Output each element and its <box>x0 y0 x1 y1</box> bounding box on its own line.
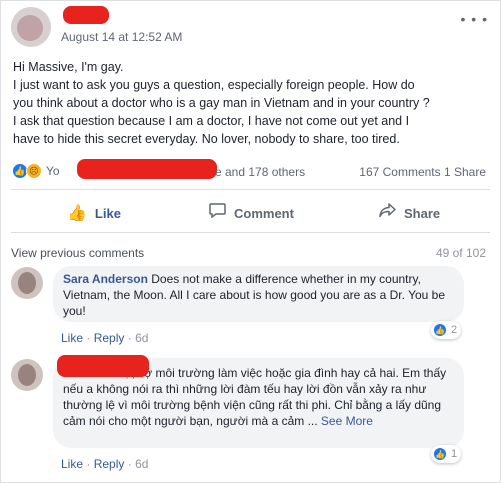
comment-age[interactable]: 6d <box>135 457 148 471</box>
reaction-others[interactable]: e and 178 others <box>215 165 305 179</box>
more-options-icon[interactable]: • • • <box>461 11 488 27</box>
view-previous-comments-link[interactable]: View previous comments <box>11 246 144 260</box>
comment-bubble-icon <box>209 203 226 223</box>
like-button[interactable]: 👍 Like <box>67 203 121 223</box>
share-label: Share <box>404 205 441 221</box>
comment-author[interactable]: Sara Anderson <box>63 272 148 286</box>
post-line: I ask that question because I am a docto… <box>13 114 410 128</box>
see-more-link[interactable]: See More <box>321 414 373 428</box>
sad-reaction-icon: ☹ <box>26 163 42 179</box>
comment-like-link[interactable]: Like <box>61 457 83 471</box>
post-body: Hi Massive, I'm gay. I just want to ask … <box>13 58 491 148</box>
comment-actions: Like · Reply · 6d <box>61 457 149 471</box>
poster-avatar[interactable] <box>11 7 51 47</box>
commenter-avatar[interactable] <box>11 359 43 391</box>
comment-share-counts[interactable]: 167 Comments 1 Share <box>359 165 486 179</box>
comment-button[interactable]: Comment <box>209 203 294 223</box>
comment-page-count: 49 of 102 <box>435 246 486 260</box>
comment-reaction-count[interactable]: 👍 2 <box>431 321 462 339</box>
comment-actions: Like · Reply · 6d <box>61 331 149 345</box>
post-timestamp[interactable]: August 14 at 12:52 AM <box>61 30 182 44</box>
share-button[interactable]: Share <box>379 203 440 223</box>
comment-label: Comment <box>234 205 294 221</box>
divider <box>11 232 490 233</box>
share-arrow-icon <box>379 203 396 223</box>
comment-reply-link[interactable]: Reply <box>94 457 125 471</box>
comment-reply-link[interactable]: Reply <box>94 331 125 345</box>
comment-reaction-count[interactable]: 👍 1 <box>431 445 462 463</box>
post-line: you think about a doctor who is a gay ma… <box>13 96 430 110</box>
post-line: have to hide this secret everyday. No lo… <box>13 132 400 146</box>
comment-like-link[interactable]: Like <box>61 331 83 345</box>
like-label: Like <box>94 205 121 221</box>
like-reaction-icon: 👍 <box>433 447 447 461</box>
redacted-reactor-names <box>77 159 217 179</box>
like-reaction-icon: 👍 <box>433 323 447 337</box>
divider <box>11 189 490 190</box>
comment-age[interactable]: 6d <box>135 331 148 345</box>
post-line: Hi Massive, I'm gay. <box>13 60 124 74</box>
redacted-commenter-name <box>57 355 149 377</box>
post-line: I just want to ask you guys a question, … <box>13 78 415 92</box>
redacted-poster-name <box>63 6 109 24</box>
reaction-summary[interactable]: 👍 ☹ Yo <box>12 163 60 179</box>
post-card: August 14 at 12:52 AM • • • Hi Massive, … <box>0 0 501 483</box>
comment-bubble: Sara Anderson Does not make a difference… <box>53 266 464 322</box>
commenter-avatar[interactable] <box>11 267 43 299</box>
reaction-names[interactable]: Yo <box>46 164 60 178</box>
thumbs-up-icon: 👍 <box>67 205 87 222</box>
